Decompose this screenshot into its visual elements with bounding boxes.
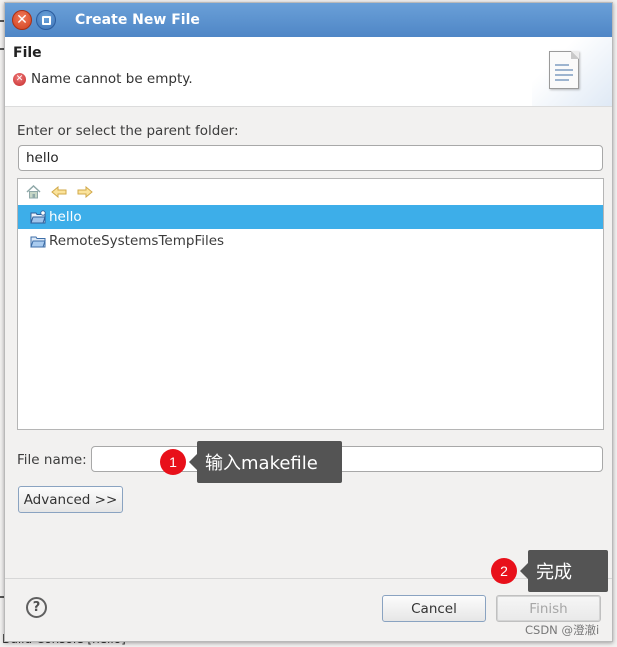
new-file-icon (549, 51, 579, 89)
wizard-banner: File ✕ Name cannot be empty. (5, 37, 612, 107)
tree-item-hello[interactable]: hello (18, 205, 603, 229)
file-name-label: File name: (17, 452, 87, 468)
maximize-icon (41, 15, 51, 25)
annotation-badge-1: 1 (160, 449, 186, 475)
folder-icon (30, 236, 46, 248)
titlebar[interactable]: ✕ Create New File (5, 3, 612, 37)
advanced-button[interactable]: Advanced >> (18, 486, 123, 513)
parent-folder-input[interactable]: hello (18, 145, 603, 171)
tree-toolbar (24, 183, 94, 201)
parent-folder-label: Enter or select the parent folder: (17, 123, 239, 139)
annotation-badge-2: 2 (491, 558, 517, 584)
close-icon: ✕ (16, 12, 28, 28)
watermark-text: CSDN @澄澈i (525, 623, 600, 637)
tree-item-label: hello (49, 209, 82, 225)
help-icon[interactable]: ? (26, 597, 47, 618)
tree-item-remotesystemstempfiles[interactable]: RemoteSystemsTempFiles (18, 229, 603, 253)
back-arrow-icon[interactable] (50, 183, 68, 201)
maximize-window-button[interactable] (36, 10, 56, 30)
close-window-button[interactable]: ✕ (12, 10, 32, 30)
folder-tree[interactable]: hello RemoteSystemsTempFiles (17, 178, 604, 430)
annotation-callout-1: 输入makefile (189, 441, 342, 483)
tree-item-label: RemoteSystemsTempFiles (49, 233, 225, 249)
finish-button[interactable]: Finish (496, 595, 601, 622)
error-text: Name cannot be empty. (31, 71, 193, 87)
error-message: ✕ Name cannot be empty. (13, 71, 193, 87)
cancel-button[interactable]: Cancel (382, 595, 486, 622)
create-new-file-dialog: ✕ Create New File File ✕ Name cannot be … (4, 2, 613, 642)
error-icon: ✕ (13, 72, 26, 86)
project-folder-icon (30, 210, 46, 224)
banner-title: File (13, 45, 42, 61)
home-icon[interactable] (24, 183, 42, 201)
window-title: Create New File (75, 12, 200, 28)
banner-graphic (532, 37, 612, 106)
forward-arrow-icon[interactable] (76, 183, 94, 201)
annotation-callout-2: 完成 (520, 550, 608, 592)
